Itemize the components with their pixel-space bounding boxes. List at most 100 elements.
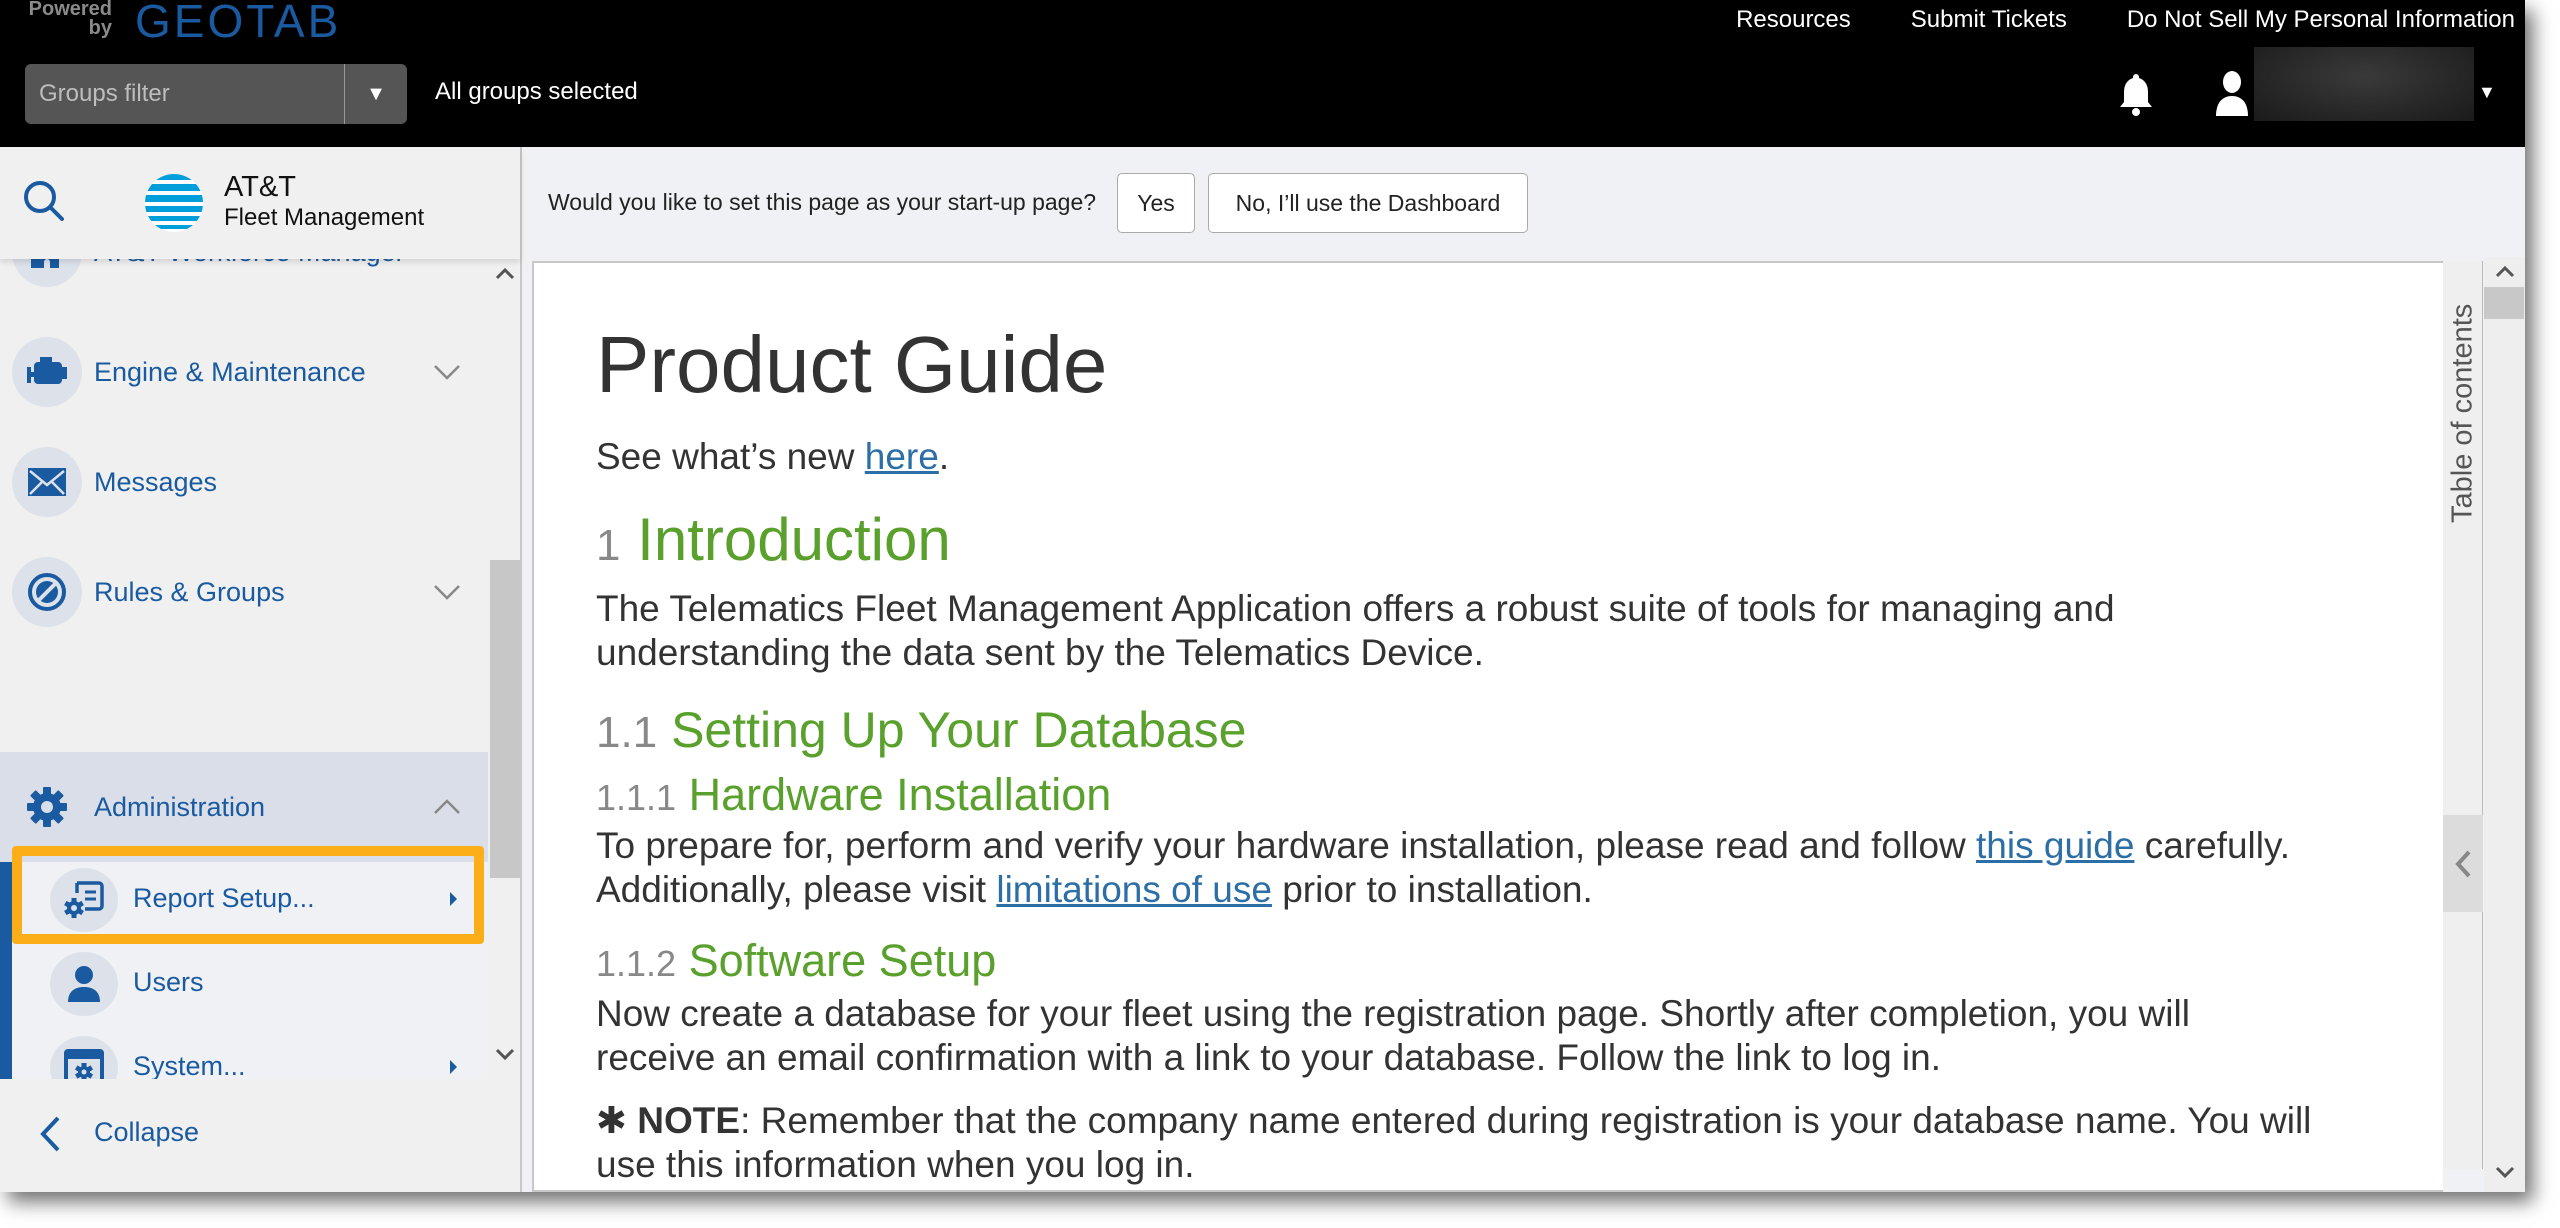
whats-new-text: See what’s new [596,436,865,477]
table-of-contents-panel[interactable]: Table of contents [2443,261,2483,1169]
sidebar-item-messages[interactable]: Messages [0,427,488,537]
section-title: Software Setup [688,935,997,986]
att-globe-logo [145,174,203,232]
user-icon [68,966,100,1002]
att-logo-subtitle: Fleet Management [224,204,425,231]
section-number: 1.1.2 [596,943,677,984]
sidebar-item-label: Rules & Groups [94,576,285,607]
chevron-left-icon [40,1116,60,1152]
intro-paragraph-line-2: understanding the data sent by the Telem… [596,632,1484,673]
rules-icon [28,573,66,611]
groups-filter-dropdown-button[interactable]: ▼ [345,64,407,124]
sidebar-item-workforce-manager[interactable]: AT&T Workforce Manager [0,259,488,307]
this-guide-link[interactable]: this guide [1976,825,2134,866]
chevron-down-icon[interactable] [432,582,462,602]
heading-introduction: 1 Introduction [596,505,951,574]
software-paragraph-line-2: receive an email confirmation with a lin… [596,1037,1942,1078]
text: carefully. [2134,825,2291,866]
resources-link[interactable]: Resources [1736,6,1851,34]
section-title: Hardware Installation [688,769,1112,820]
nav-icon-circle [12,447,82,517]
engine-icon [27,357,67,384]
top-links: Resources Submit Tickets Do Not Sell My … [1736,6,2515,34]
toc-expand-button[interactable] [2443,815,2483,912]
asterisk-icon: ✱ [596,1100,628,1141]
sidebar-item-label: AT&T Workforce Manager [94,259,405,268]
section-number: 1 [596,521,621,570]
highlight-annotation-box [12,846,484,944]
text: prior to installation. [1271,869,1593,910]
do-not-sell-link[interactable]: Do Not Sell My Personal Information [2127,6,2515,34]
heading-software-setup: 1.1.2 Software Setup [596,935,996,987]
text: : Remember that the company name entered… [740,1100,2312,1141]
hardware-paragraph-line-1: To prepare for, perform and verify your … [596,824,2290,868]
sidebar-scrollbar-thumb[interactable] [490,560,520,878]
chevron-down-icon[interactable] [432,362,462,382]
nav-icon-circle [50,952,118,1016]
sidebar-item-label: Administration [94,791,266,822]
note-paragraph-line-1: ✱ NOTE: Remember that the company name e… [596,1099,2311,1143]
scroll-up-icon[interactable] [494,267,516,281]
heading-hardware-installation: 1.1.1 Hardware Installation [596,769,1111,821]
collapse-label: Collapse [94,1117,200,1147]
collapse-button[interactable]: Collapse [0,1079,520,1192]
top-header: Powered by GEOTAB Resources Submit Ticke… [0,0,2525,147]
main-content: Would you like to set this page as your … [524,147,2525,1192]
sidebar-logo-row: AT&T Fleet Management [0,147,520,259]
page-title: Product Guide [596,320,1108,409]
powered-by-label: Powered by [28,0,112,39]
user-menu-caret-icon[interactable]: ▼ [2478,82,2496,103]
software-paragraph-line-1: Now create a database for your fleet usi… [596,993,2190,1034]
whats-new-paragraph: See what’s new here. [596,435,949,479]
text: To prepare for, perform and verify your … [596,825,1977,866]
submit-tickets-link[interactable]: Submit Tickets [1911,6,2067,34]
sidebar: AT&T Fleet Management AT&T Workforce Man… [0,147,522,1192]
sidebar-nav: AT&T Workforce Manager Engine & Maintena… [0,259,520,1079]
intro-paragraph-line-1: The Telematics Fleet Management Applicat… [596,588,2115,629]
note-label: NOTE [637,1100,741,1141]
geotab-logo[interactable]: GEOTAB [135,0,341,48]
section-title: Introduction [637,506,951,573]
period: . [938,436,950,477]
document-scrollbar[interactable] [2484,257,2525,1192]
groups-filter[interactable]: Groups filter ▼ [25,64,407,124]
startup-prompt-text: Would you like to set this page as your … [548,189,1097,215]
scroll-down-icon[interactable] [494,1047,516,1061]
sidebar-item-rules-groups[interactable]: Rules & Groups [0,537,488,647]
nav-icon-circle [50,1036,118,1079]
section-number: 1.1.1 [596,777,677,818]
scroll-up-icon[interactable] [2494,265,2516,279]
yes-button[interactable]: Yes [1117,173,1195,233]
section-number: 1.1 [596,708,658,757]
sidebar-subitem-users[interactable]: Users [0,942,488,1026]
user-name-redacted[interactable] [2254,47,2474,121]
sidebar-subitem-system[interactable]: System... [0,1026,488,1079]
nav-icon-circle [12,337,82,407]
bell-icon[interactable] [2118,72,2154,116]
limitations-of-use-link[interactable]: limitations of use [996,869,1272,910]
section-title: Setting Up Your Database [671,702,1247,758]
chevron-up-icon[interactable] [432,797,462,817]
scroll-down-icon[interactable] [2494,1165,2516,1179]
nav-icon-circle [12,557,82,627]
search-icon[interactable] [20,177,68,225]
whats-new-link[interactable]: here [865,436,939,477]
product-guide-document[interactable]: Product Guide See what’s new here. 1 Int… [532,261,2443,1192]
user-icon[interactable] [2214,70,2250,116]
toc-label[interactable]: Table of contents [2447,273,2479,523]
sidebar-item-engine-maintenance[interactable]: Engine & Maintenance [0,317,488,427]
nav-icon-circle [12,259,82,287]
system-settings-icon [64,1049,104,1079]
sidebar-item-label: Engine & Maintenance [94,356,366,387]
document-scrollbar-thumb[interactable] [2484,287,2524,319]
envelope-icon [28,468,66,496]
groups-filter-input[interactable]: Groups filter [25,64,345,124]
heading-setting-up-database: 1.1 Setting Up Your Database [596,701,1247,759]
groups-status: All groups selected [435,78,638,105]
sidebar-item-label: Messages [94,466,218,497]
note-paragraph-line-2: use this information when you log in. [596,1144,1195,1185]
use-dashboard-button[interactable]: No, I’ll use the Dashboard [1208,173,1528,233]
att-logo-title: AT&T [224,171,296,203]
submenu-arrow-icon [450,1060,457,1074]
hardware-paragraph-line-2: Additionally, please visit limitations o… [596,868,1593,912]
